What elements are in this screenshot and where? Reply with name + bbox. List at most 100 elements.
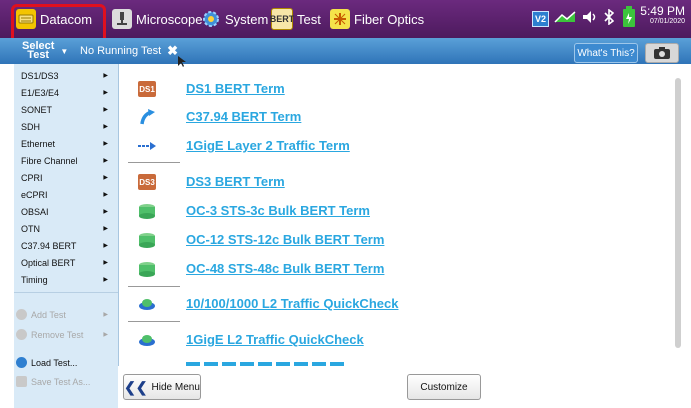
microscope-icon: [112, 9, 132, 29]
bluetooth-icon[interactable]: [604, 7, 615, 30]
ds1-icon: DS1: [138, 81, 156, 97]
submenu-arrow-icon: ▶: [103, 209, 108, 215]
sidebar-item-ecpri[interactable]: eCPRI ▶: [14, 186, 118, 203]
microscope-tab[interactable]: Microscope: [112, 0, 202, 38]
test-category-sidebar: DS1/DS3 ▶ E1/E3/E4 ▶ SONET ▶ SDH ▶ Ethernet ▶…: [14, 64, 119, 408]
sidebar-item-e1-e3-e4[interactable]: E1/E3/E4 ▶: [14, 84, 118, 101]
submenu-arrow-icon: ▶: [103, 175, 108, 181]
v2-badge: V2: [532, 11, 550, 27]
sidebar-item-ds1-ds3[interactable]: DS1/DS3 ▶: [14, 67, 118, 84]
test-link[interactable]: 1GigE Layer 2 Traffic Term: [186, 138, 350, 153]
quickcheck-icon: [138, 332, 156, 348]
status-area: V2: [532, 0, 636, 38]
test-item-oc3-bulk-bert-term[interactable]: OC-3 STS-3c Bulk BERT Term: [118, 198, 678, 226]
submenu-arrow-icon: ▶: [103, 226, 108, 232]
submenu-arrow-icon: ▶: [103, 277, 108, 283]
bottom-toolbar: [118, 366, 691, 408]
sidebar-item-otn[interactable]: OTN ▶: [14, 220, 118, 237]
submenu-arrow-icon: ▶: [103, 192, 108, 198]
fiber-optics-icon: [330, 9, 350, 29]
quickcheck-icon: [138, 296, 156, 312]
battery-icon: [622, 5, 636, 33]
customize-button[interactable]: Customize: [407, 374, 481, 400]
test-link[interactable]: 1GigE L2 Traffic QuickCheck: [186, 332, 364, 347]
sidebar-item-cpri[interactable]: CPRI ▶: [14, 169, 118, 186]
load-test-icon: [16, 357, 27, 368]
test-item-10-100-1000-l2-quickcheck[interactable]: 10/100/1000 L2 Traffic QuickCheck: [118, 291, 678, 319]
sidebar-item-optical-bert[interactable]: Optical BERT ▶: [14, 254, 118, 271]
bert-icon: BERT: [270, 8, 294, 30]
test-link[interactable]: OC-3 STS-3c Bulk BERT Term: [186, 203, 370, 218]
group-separator: [128, 321, 180, 322]
link-status-icon: [554, 10, 576, 29]
submenu-arrow-icon: ▶: [103, 260, 108, 266]
arrow-icon: [138, 109, 156, 125]
hide-menu-label: Hide Menu: [151, 381, 200, 393]
test-link[interactable]: OC-12 STS-12c Bulk BERT Term: [186, 232, 384, 247]
running-test-label: No Running Test: [80, 45, 162, 57]
sonet-icon: [138, 261, 156, 277]
test-item-ds1-bert-term[interactable]: DS1 DS1 BERT Term: [118, 76, 678, 104]
test-item-oc48-bulk-bert-term[interactable]: OC-48 STS-48c Bulk BERT Term: [118, 256, 678, 284]
select-test-label-line2: Test: [27, 49, 50, 61]
remove-test-action[interactable]: Remove Test ▶: [14, 326, 118, 343]
remove-test-icon: [16, 329, 27, 340]
microscope-tab-label: Microscope: [136, 11, 203, 27]
chevron-down-icon: ▼: [60, 46, 69, 56]
sidebar-item-timing[interactable]: Timing ▶: [14, 271, 118, 288]
clock-date: 07/01/2020: [649, 17, 685, 25]
test-item-1gige-l2-quickcheck[interactable]: 1GigE L2 Traffic QuickCheck: [118, 327, 678, 355]
submenu-arrow-icon: ▶: [103, 312, 108, 318]
camera-icon: [654, 47, 670, 59]
group-separator: [128, 286, 180, 287]
submenu-arrow-icon: ▶: [103, 90, 108, 96]
sonet-icon: [138, 203, 156, 219]
test-list: DS1 DS1 BERT Term C37.94 BERT Term 1GigE…: [118, 64, 678, 408]
submenu-arrow-icon: ▶: [103, 243, 108, 249]
load-test-action[interactable]: Load Test...: [14, 354, 118, 371]
test-link[interactable]: C37.94 BERT Term: [186, 109, 301, 124]
test-tab[interactable]: BERT Test: [270, 0, 321, 38]
system-tab-label: System: [225, 11, 269, 27]
sidebar-item-sdh[interactable]: SDH ▶: [14, 118, 118, 135]
sidebar-item-obsai[interactable]: OBSAI ▶: [14, 203, 118, 220]
test-item-1gige-layer2-traffic-term[interactable]: 1GigE Layer 2 Traffic Term: [118, 133, 678, 161]
submenu-arrow-icon: ▶: [103, 107, 108, 113]
ds3-icon: DS3: [138, 174, 156, 190]
test-link[interactable]: OC-48 STS-48c Bulk BERT Term: [186, 261, 384, 276]
clock-time: 5:49 PM: [640, 4, 685, 18]
test-link[interactable]: 10/100/1000 L2 Traffic QuickCheck: [186, 296, 398, 311]
fiber-optics-tab-label: Fiber Optics: [354, 11, 425, 27]
save-test-as-action[interactable]: Save Test As...: [14, 373, 118, 390]
system-tab[interactable]: System: [201, 0, 268, 38]
speaker-icon[interactable]: [582, 10, 598, 29]
scrollbar[interactable]: [675, 78, 681, 348]
test-item-c37-94-bert-term[interactable]: C37.94 BERT Term: [118, 104, 678, 132]
select-test-button[interactable]: Select Test ▼: [22, 38, 68, 64]
close-icon[interactable]: ✖: [167, 43, 178, 59]
sonet-icon: [138, 232, 156, 248]
test-tab-label: Test: [297, 11, 321, 27]
test-link[interactable]: DS3 BERT Term: [186, 174, 285, 189]
sidebar-divider: [14, 292, 118, 293]
running-test-indicator: No Running Test ✖: [80, 38, 178, 64]
fiber-optics-tab[interactable]: Fiber Optics: [330, 0, 424, 38]
test-item-oc12-bulk-bert-term[interactable]: OC-12 STS-12c Bulk BERT Term: [118, 227, 678, 255]
test-item-ds3-bert-term[interactable]: DS3 DS3 BERT Term: [118, 169, 678, 197]
sidebar-item-sonet[interactable]: SONET ▶: [14, 101, 118, 118]
sidebar-item-c37-94-bert[interactable]: C37.94 BERT ▶: [14, 237, 118, 254]
group-separator: [128, 162, 180, 163]
submenu-arrow-icon: ▶: [103, 158, 108, 164]
sidebar-item-ethernet[interactable]: Ethernet ▶: [14, 135, 118, 152]
save-icon: [16, 376, 27, 387]
test-link[interactable]: DS1 BERT Term: [186, 81, 285, 96]
submenu-arrow-icon: ▶: [103, 124, 108, 130]
double-chevron-left-icon: ❮❮: [124, 378, 148, 395]
screenshot-button[interactable]: [645, 43, 679, 63]
submenu-arrow-icon: ▶: [103, 332, 108, 338]
add-test-action[interactable]: Add Test ▶: [14, 306, 118, 323]
whats-this-button[interactable]: What's This?: [574, 43, 638, 63]
submenu-arrow-icon: ▶: [103, 141, 108, 147]
hide-menu-button[interactable]: ❮❮ Hide Menu: [123, 374, 201, 400]
sidebar-item-fibre-channel[interactable]: Fibre Channel ▶: [14, 152, 118, 169]
